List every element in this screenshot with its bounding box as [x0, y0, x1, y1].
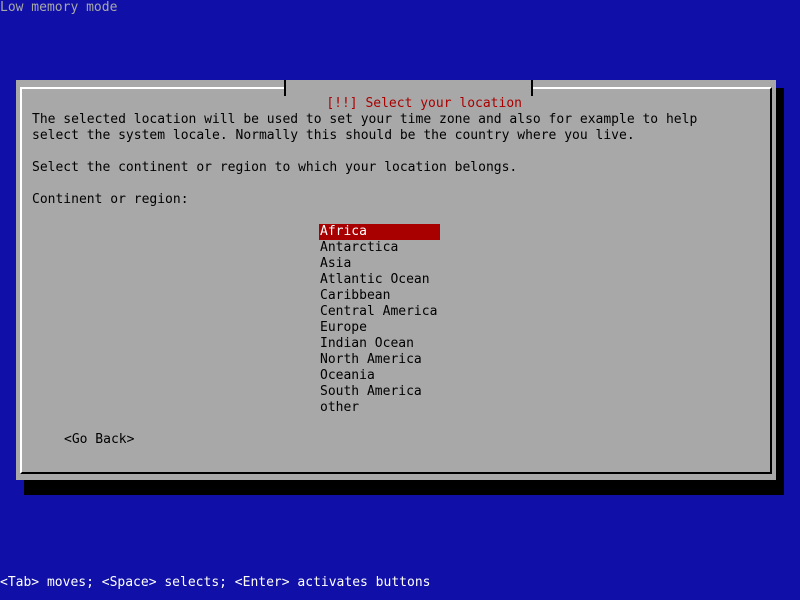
- region-option-antarctica[interactable]: Antarctica: [319, 240, 440, 256]
- dialog-title-text: [!!] Select your location: [326, 96, 522, 111]
- continent-region-list[interactable]: Africa Antarctica Asia Atlantic Ocean Ca…: [319, 224, 440, 416]
- region-option-africa[interactable]: Africa: [319, 224, 440, 240]
- region-option-north-america[interactable]: North America: [319, 352, 440, 368]
- dialog-title: [!!] Select your location: [284, 80, 533, 111]
- continent-region-label: Continent or region:: [32, 192, 189, 207]
- region-option-other[interactable]: other: [319, 400, 440, 416]
- low-memory-status: Low memory mode: [0, 0, 118, 15]
- select-location-dialog: [!!] Select your location The selected l…: [16, 80, 776, 480]
- region-option-indian-ocean[interactable]: Indian Ocean: [319, 336, 440, 352]
- dialog-description-line-2: select the system locale. Normally this …: [32, 128, 635, 143]
- dialog-description-line-1: The selected location will be used to se…: [32, 112, 698, 127]
- region-option-asia[interactable]: Asia: [319, 256, 440, 272]
- region-option-europe[interactable]: Europe: [319, 320, 440, 336]
- keyboard-help-line: <Tab> moves; <Space> selects; <Enter> ac…: [0, 575, 431, 590]
- region-option-oceania[interactable]: Oceania: [319, 368, 440, 384]
- region-option-south-america[interactable]: South America: [319, 384, 440, 400]
- dialog-prompt: Select the continent or region to which …: [32, 160, 518, 175]
- region-option-caribbean[interactable]: Caribbean: [319, 288, 440, 304]
- region-option-atlantic-ocean[interactable]: Atlantic Ocean: [319, 272, 440, 288]
- region-option-central-america[interactable]: Central America: [319, 304, 440, 320]
- go-back-button[interactable]: <Go Back>: [64, 432, 134, 448]
